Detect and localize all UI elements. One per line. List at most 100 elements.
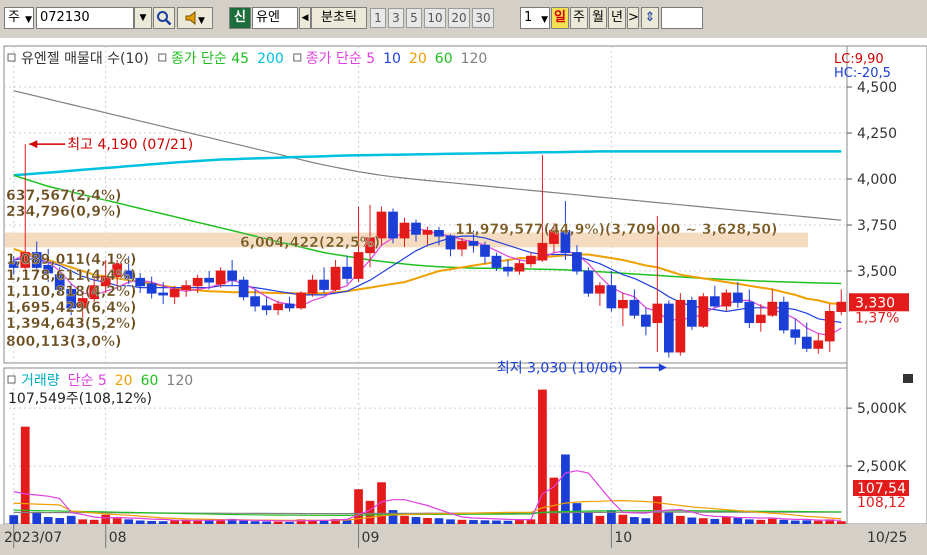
- volume-profile-label: 234,796(0,9%): [6, 204, 121, 220]
- volume-bar: [561, 454, 570, 524]
- high-note: 최고 4,190 (07/21): [67, 137, 193, 153]
- period-3[interactable]: 3: [388, 8, 404, 28]
- volume-bar: [147, 520, 157, 524]
- volume-bar: [584, 512, 593, 524]
- volume-bar: [365, 500, 375, 524]
- candle-body: [204, 277, 214, 283]
- candle-body: [778, 301, 789, 331]
- volume-bar: [262, 521, 271, 524]
- code-input[interactable]: 072130: [36, 7, 134, 29]
- volume-legend-item: 거래량: [21, 373, 60, 389]
- volume-bar: [457, 519, 467, 524]
- new-badge[interactable]: 신: [229, 7, 251, 29]
- x-tick-label: 10: [614, 530, 632, 546]
- volume-bar: [492, 520, 501, 524]
- volume-bar: [779, 519, 789, 524]
- corner-lc: LC:9,90: [834, 52, 884, 67]
- volume-bar: [503, 520, 513, 524]
- candle-body: [572, 252, 582, 272]
- volume-bar: [549, 477, 559, 524]
- price-legend-item: 유엔젤 매물대 수(10): [21, 51, 149, 67]
- code-dropdown-button[interactable]: ▼: [134, 7, 152, 29]
- last-ratio-label: 108,12: [857, 495, 906, 511]
- volume-profile-label: 1,695,429(6,4%): [6, 300, 136, 316]
- price-legend-item: 60: [435, 51, 453, 67]
- extra-input[interactable]: [661, 7, 703, 29]
- legend-marker: [7, 375, 16, 384]
- volume-bar: [101, 514, 111, 524]
- unit-year[interactable]: 년: [608, 7, 626, 29]
- candle-body: [158, 292, 169, 296]
- volume-bar: [193, 520, 203, 524]
- candle-body: [836, 301, 847, 312]
- candle-body: [330, 266, 341, 290]
- price-legend-item: 120: [461, 51, 488, 67]
- unit-week[interactable]: 주: [570, 7, 588, 29]
- volume-bar: [687, 517, 697, 524]
- candle-body: [307, 279, 318, 294]
- period-20[interactable]: 20: [448, 8, 470, 28]
- volume-bar: [469, 520, 478, 524]
- volume-bar: [641, 518, 651, 524]
- y-axis-area: [846, 45, 927, 525]
- volume-bar: [388, 510, 398, 524]
- volume-bar: [767, 518, 777, 524]
- corner-hc: HC:-20,5: [834, 66, 891, 81]
- candle-body: [422, 230, 433, 235]
- volume-profile-label: 1,394,643(5,2%): [6, 316, 136, 332]
- chevron-down-icon: ▼: [139, 13, 147, 23]
- volume-bar: [664, 512, 674, 524]
- period-5[interactable]: 5: [406, 8, 422, 28]
- volume-tick-label: 5,000K: [857, 401, 907, 417]
- price-legend-item: 20: [409, 51, 427, 67]
- sound-button[interactable]: ▼: [177, 7, 213, 29]
- candle-body: [813, 340, 824, 349]
- candle-body: [250, 296, 260, 307]
- count-value: 1: [524, 10, 533, 25]
- candle-body: [342, 266, 352, 279]
- candle-body: [526, 255, 536, 265]
- price-legend-item: 종가 단순 5: [306, 51, 375, 67]
- chart-area: 4,500 4,250 4,000 3,750 3,500 5,000K 2,500K 202…: [0, 38, 927, 552]
- candle-body: [399, 222, 410, 239]
- price-legend-item: 200: [257, 51, 284, 67]
- price-tick-label: 3,500: [857, 264, 897, 280]
- volume-bar: [446, 519, 455, 524]
- count-select[interactable]: 1 ▼: [520, 7, 550, 29]
- candle-body: [135, 277, 146, 287]
- unit-month[interactable]: 월: [589, 7, 607, 29]
- next-button[interactable]: >: [627, 7, 639, 29]
- candle-body: [675, 299, 686, 353]
- candle-body: [595, 285, 605, 294]
- updown-button[interactable]: ⇕: [641, 7, 659, 29]
- candle-body: [652, 303, 663, 324]
- period-type-button[interactable]: 분초틱: [311, 7, 367, 29]
- candle-body: [445, 235, 456, 250]
- volume-bar: [698, 518, 708, 524]
- candle-body: [457, 241, 467, 250]
- volume-bar: [400, 515, 409, 524]
- volume-bar: [790, 520, 800, 524]
- volume-summary: 107,549주(108,12%): [8, 391, 152, 407]
- prev-button[interactable]: ◀: [299, 7, 311, 29]
- search-button[interactable]: [153, 7, 175, 29]
- candle-body: [468, 241, 479, 246]
- volume-bar: [158, 521, 168, 524]
- market-select[interactable]: 주 ▼: [4, 7, 34, 29]
- x-tick-label: 2023/07: [4, 530, 62, 546]
- volume-legend-item: 단순 5: [68, 373, 107, 389]
- candle-body: [583, 270, 594, 294]
- volume-bar: [411, 517, 421, 524]
- period-30[interactable]: 30: [472, 8, 494, 28]
- candle-body: [181, 285, 192, 290]
- candle-body: [641, 314, 651, 327]
- volume-bar: [675, 515, 685, 524]
- updown-arrow-icon: ⇕: [644, 10, 656, 25]
- period-10[interactable]: 10: [424, 8, 446, 28]
- candle-body: [721, 292, 732, 307]
- volume-bar: [802, 520, 812, 524]
- volume-bar: [9, 515, 19, 524]
- period-1[interactable]: 1: [370, 8, 386, 28]
- legend-marker: [7, 53, 16, 62]
- unit-day[interactable]: 일: [551, 7, 569, 29]
